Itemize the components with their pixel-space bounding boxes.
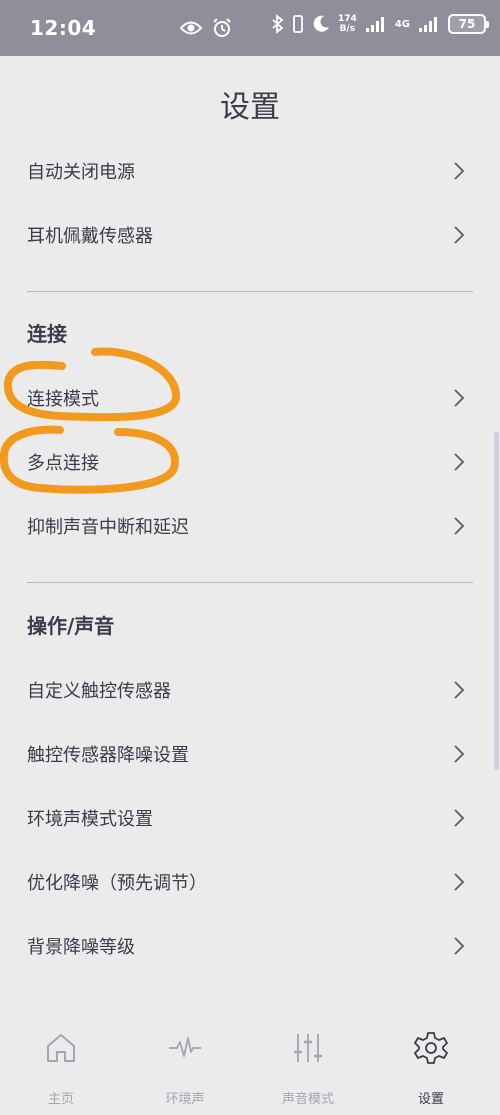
- section-title-operation: 操作/声音: [27, 614, 115, 638]
- setting-label: 抑制声音中断和延迟: [27, 517, 189, 538]
- setting-connection-mode[interactable]: 连接模式: [0, 366, 494, 430]
- setting-wear-sensor[interactable]: 耳机佩戴传感器: [0, 203, 494, 267]
- bluetooth-icon: [272, 14, 284, 34]
- network-speed-value: 174: [338, 14, 357, 24]
- setting-nc-optimizer[interactable]: 优化降噪（预先调节）: [0, 850, 494, 914]
- signal-icon: [365, 17, 384, 32]
- setting-label: 环境声模式设置: [27, 809, 153, 830]
- nav-sound-mode[interactable]: 声音模式: [253, 1020, 363, 1115]
- nav-label: 环境声: [165, 1092, 205, 1107]
- setting-label: 多点连接: [27, 453, 99, 474]
- battery-indicator: 75: [448, 14, 489, 34]
- chevron-right-icon: [454, 937, 465, 955]
- alarm-icon: [213, 18, 231, 37]
- status-bar: 12:04 174 B/s 4G 75: [0, 0, 500, 56]
- setting-label: 自定义触控传感器: [27, 681, 171, 702]
- bottom-navigation: 主页 环境声 声音模式 设置: [0, 1020, 500, 1115]
- status-right-icons: 174 B/s 4G 75: [272, 14, 489, 34]
- setting-background-nc-level[interactable]: 背景降噪等级: [0, 914, 494, 978]
- setting-label: 触控传感器降噪设置: [27, 745, 189, 766]
- vibrate-icon: [293, 15, 303, 33]
- nav-ambient-sound[interactable]: 环境声: [130, 1020, 240, 1115]
- nav-label: 设置: [417, 1092, 444, 1107]
- scrollbar[interactable]: [494, 432, 499, 770]
- waveform-icon: [169, 1037, 201, 1057]
- moon-icon: [313, 15, 330, 32]
- setting-custom-touch-sensor[interactable]: 自定义触控传感器: [0, 658, 494, 722]
- setting-label: 耳机佩戴传感器: [27, 226, 153, 247]
- section-title-connection: 连接: [27, 322, 67, 346]
- settings-screen: 12:04 174 B/s 4G 75 设置 自动关闭电源 耳机佩戴传感器 连接…: [0, 0, 500, 1115]
- setting-auto-power-off[interactable]: 自动关闭电源: [0, 139, 494, 203]
- setting-label: 背景降噪等级: [27, 937, 135, 958]
- status-time: 12:04: [30, 16, 97, 40]
- nav-home[interactable]: 主页: [6, 1020, 116, 1115]
- network-type: 4G: [394, 18, 410, 30]
- setting-suppress-interruption[interactable]: 抑制声音中断和延迟: [0, 494, 494, 558]
- setting-label: 连接模式: [27, 389, 99, 410]
- chevron-right-icon: [454, 745, 465, 763]
- setting-touch-sensor-nc[interactable]: 触控传感器降噪设置: [0, 722, 494, 786]
- home-icon: [47, 1034, 75, 1062]
- network-speed: 174 B/s: [338, 14, 357, 34]
- nav-label: 声音模式: [281, 1092, 334, 1107]
- chevron-right-icon: [454, 162, 465, 180]
- setting-label: 自动关闭电源: [27, 162, 135, 183]
- setting-multipoint-connection[interactable]: 多点连接: [0, 430, 494, 494]
- nav-label: 主页: [47, 1092, 74, 1107]
- section-divider: [27, 582, 473, 583]
- eye-icon: [180, 21, 202, 35]
- setting-ambient-mode[interactable]: 环境声模式设置: [0, 786, 494, 850]
- page-title: 设置: [220, 90, 280, 125]
- chevron-right-icon: [454, 389, 465, 407]
- gear-icon: [414, 1032, 448, 1064]
- chevron-right-icon: [454, 226, 465, 244]
- equalizer-icon: [294, 1034, 322, 1062]
- status-center-icons: [180, 18, 232, 38]
- chevron-right-icon: [454, 517, 465, 535]
- section-divider: [27, 291, 473, 292]
- chevron-right-icon: [454, 453, 465, 471]
- chevron-right-icon: [454, 681, 465, 699]
- network-speed-unit: B/s: [339, 24, 356, 34]
- nav-settings[interactable]: 设置: [376, 1020, 486, 1115]
- chevron-right-icon: [454, 873, 465, 891]
- battery-level: 75: [458, 17, 476, 31]
- chevron-right-icon: [454, 809, 465, 827]
- signal-icon: [419, 17, 437, 32]
- setting-label: 优化降噪（预先调节）: [27, 873, 207, 894]
